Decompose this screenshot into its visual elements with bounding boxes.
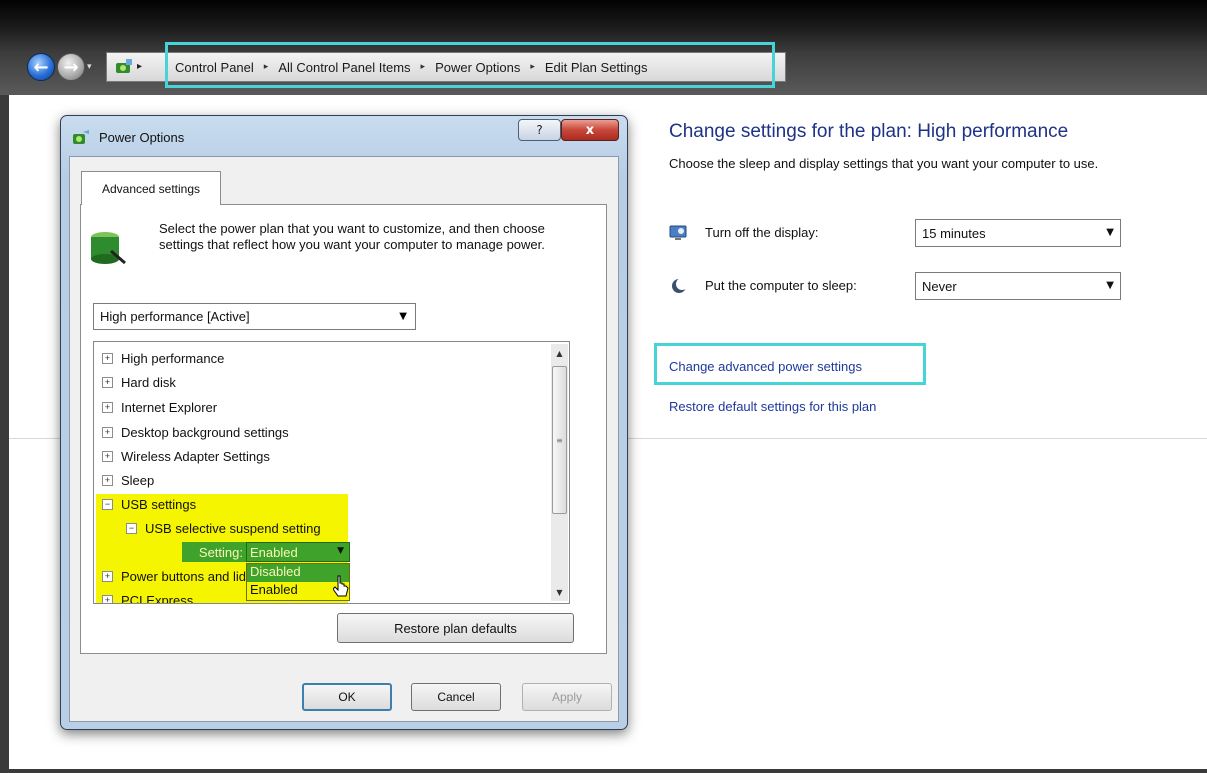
display-timeout-select[interactable]: 15 minutes ▼ [915,219,1121,247]
tree-item-label: PCI Express [121,592,194,604]
advanced-link-highlight-box [654,343,926,385]
sleep-timeout-select[interactable]: Never ▼ [915,272,1121,300]
tree-item-usb-selective-suspend[interactable]: − USB selective suspend setting [126,516,321,540]
back-button[interactable]: ← [27,53,55,81]
tree-item-pci-express[interactable]: + PCI Express [102,588,194,604]
sleep-label: Put the computer to sleep: [705,278,857,293]
power-plan-select[interactable]: High performance [Active] ▼ [93,303,416,330]
tab-advanced-settings[interactable]: Advanced settings [81,171,221,205]
breadcrumb-separator: ▸ [137,61,143,72]
chevron-down-icon: ▼ [337,546,344,556]
expand-icon[interactable]: + [102,426,113,438]
arrow-left-icon: ← [33,56,49,78]
tree-item-label: Internet Explorer [121,399,218,415]
restore-defaults-link[interactable]: Restore default settings for this plan [669,399,876,414]
expand-icon[interactable]: + [102,450,113,462]
expand-icon[interactable]: + [102,352,113,364]
tree-item-label: Hard disk [121,374,176,390]
setting-label: Setting: [182,542,246,562]
close-button[interactable]: x [561,119,619,141]
tree-item-power-buttons[interactable]: + Power buttons and lids [102,564,253,588]
tree-item-high-performance[interactable]: + High performance [102,346,224,370]
sleep-timeout-value: Never [922,279,957,294]
help-button[interactable]: ? [518,119,561,141]
tree-item-label: Sleep [121,472,155,488]
scroll-thumb[interactable]: ≡ [552,366,567,514]
battery-plug-icon [91,232,126,265]
scroll-up-icon[interactable]: ▲ [551,344,568,362]
window-border [9,769,1207,773]
tree-item-wireless-adapter[interactable]: + Wireless Adapter Settings [102,444,270,468]
address-highlight-box [165,42,775,88]
dialog-body: Advanced settings Select the power plan … [69,156,619,722]
tree-item-label: USB settings [121,496,197,512]
mouse-pointer-icon [333,575,349,597]
tab-panel: Select the power plan that you want to c… [80,204,607,654]
restore-plan-defaults-button[interactable]: Restore plan defaults [337,613,574,643]
moon-icon [672,278,688,293]
apply-button[interactable]: Apply [522,683,612,711]
scroll-down-icon[interactable]: ▼ [551,583,568,601]
tree-item-label: High performance [121,350,225,366]
tree-item-label: Wireless Adapter Settings [121,448,270,464]
dialog-title: Power Options [99,130,185,145]
power-plan-value: High performance [Active] [100,309,250,324]
chevron-down-icon: ▾ [87,62,92,72]
display-timeout-value: 15 minutes [922,226,986,241]
tree-item-internet-explorer[interactable]: + Internet Explorer [102,395,217,419]
chevron-down-icon: ▼ [1106,227,1114,238]
collapse-icon[interactable]: − [102,498,113,510]
display-label: Turn off the display: [705,225,819,240]
settings-tree[interactable]: + High performance + Hard disk + Interne… [93,341,570,604]
cancel-button[interactable]: Cancel [411,683,501,711]
ok-button[interactable]: OK [302,683,392,711]
power-plug-icon [73,130,89,144]
tree-scrollbar[interactable]: ▲ ≡ ▼ [551,344,568,601]
tree-item-label: Desktop background settings [121,424,289,440]
tree-item-label: Power buttons and lids [121,568,253,584]
collapse-icon[interactable]: − [126,522,137,534]
forward-button[interactable]: → [57,53,85,81]
tree-item-label: USB selective suspend setting [145,520,321,536]
tree-item-usb-settings[interactable]: − USB settings [102,492,196,516]
expand-icon[interactable]: + [102,570,113,582]
tree-item-hard-disk[interactable]: + Hard disk [102,370,176,394]
control-panel-window: ← → ▾ ▸ Control Panel ▸ All Control Pane… [0,0,1207,773]
usb-suspend-setting-select[interactable]: Enabled ▼ [246,542,350,562]
tree-item-sleep[interactable]: + Sleep [102,468,154,492]
power-options-dialog: Power Options ? x Advanced settings Sele… [60,115,628,730]
plan-description: Select the power plan that you want to c… [159,221,545,252]
arrow-right-icon: → [63,56,79,78]
recent-pages-dropdown[interactable]: ▾ [87,62,97,72]
page-subtitle: Choose the sleep and display settings th… [669,156,1099,171]
monitor-icon [669,225,687,240]
tree-item-desktop-background[interactable]: + Desktop background settings [102,420,289,444]
expand-icon[interactable]: + [102,594,113,603]
expand-icon[interactable]: + [102,474,113,486]
control-panel-icon [116,59,132,73]
chevron-down-icon: ▼ [399,311,407,322]
expand-icon[interactable]: + [102,401,113,413]
window-border [0,95,9,773]
expand-icon[interactable]: + [102,376,113,388]
usb-suspend-setting-value: Enabled [250,545,298,560]
chevron-down-icon: ▼ [1106,280,1114,291]
page-title: Change settings for the plan: High perfo… [669,121,1069,142]
